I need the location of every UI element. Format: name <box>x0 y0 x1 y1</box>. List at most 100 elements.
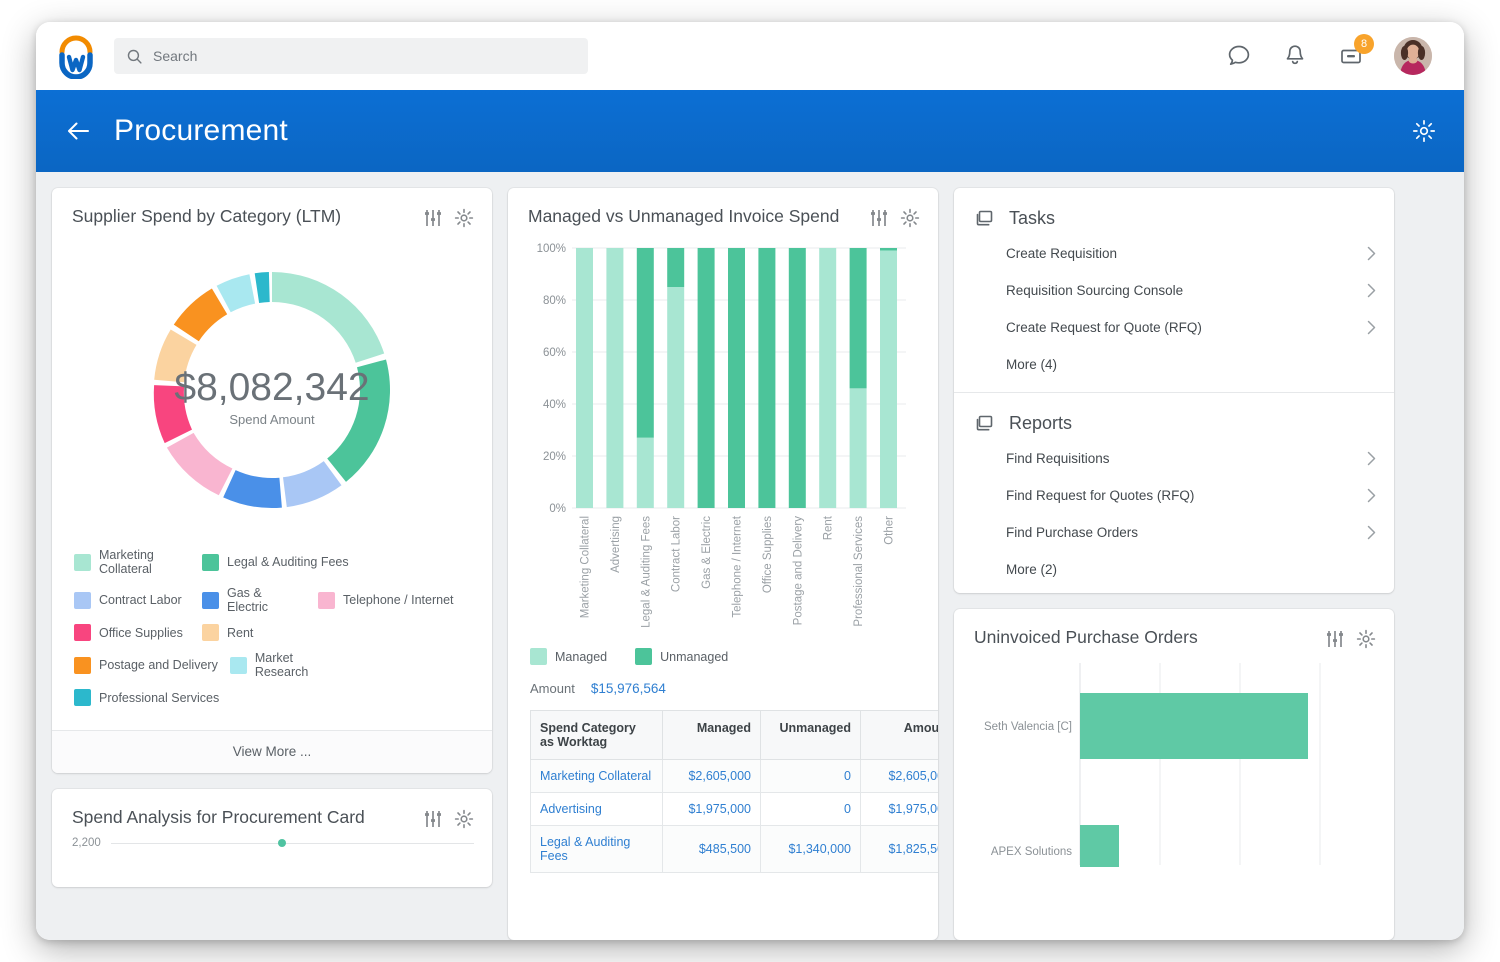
reports-more-button[interactable]: More (2) <box>954 551 1394 593</box>
legend-label: Postage and Delivery <box>99 658 218 672</box>
donut-seg-marketing-collateral[interactable] <box>272 272 384 363</box>
workday-logo[interactable] <box>54 33 98 79</box>
bar-segment-unmanaged[interactable] <box>698 248 715 508</box>
column-header-amount[interactable]: Amount <box>861 711 939 760</box>
gear-icon[interactable] <box>1412 119 1436 143</box>
legend-item[interactable]: Postage and Delivery <box>74 651 218 679</box>
tasks-more-button[interactable]: More (4) <box>954 346 1394 388</box>
bar-segment-unmanaged[interactable] <box>728 248 745 508</box>
legend-label: Rent <box>227 626 253 640</box>
svg-text:Professional Services: Professional Services <box>853 516 865 627</box>
search-input[interactable] <box>153 48 576 64</box>
chat-icon[interactable] <box>1226 43 1252 69</box>
cell-category[interactable]: Marketing Collateral <box>531 760 663 793</box>
legend-item[interactable]: Marketing Collateral <box>74 548 190 576</box>
card-title: Uninvoiced Purchase Orders <box>974 627 1198 648</box>
gear-icon[interactable] <box>900 208 920 228</box>
bar-segment-unmanaged[interactable] <box>880 248 897 251</box>
avatar[interactable] <box>1394 37 1432 75</box>
bar-segment-unmanaged[interactable] <box>667 248 684 287</box>
bar-segment-managed[interactable] <box>850 388 867 508</box>
legend-item[interactable]: Gas & Electric <box>202 586 306 614</box>
legend-item[interactable]: Unmanaged <box>635 648 728 665</box>
legend-label: Office Supplies <box>99 626 183 640</box>
cell-managed[interactable]: $2,605,000 <box>663 760 761 793</box>
back-arrow-icon[interactable] <box>66 118 92 144</box>
bar-segment-unmanaged[interactable] <box>637 248 654 438</box>
report-item-find-requisitions[interactable]: Find Requisitions <box>954 440 1394 477</box>
task-item-create-request-for-quote[interactable]: Create Request for Quote (RFQ) <box>954 309 1394 346</box>
legend-item[interactable]: Office Supplies <box>74 624 190 641</box>
cell-unmanaged[interactable]: $1,340,000 <box>761 826 861 873</box>
bar-segment-managed[interactable] <box>819 248 836 508</box>
donut-seg-contract-labor[interactable] <box>283 461 342 507</box>
cell-amount[interactable]: $1,975,000 <box>861 793 939 826</box>
card-supplier-spend: Supplier Spend by Category (LTM) <box>52 188 492 773</box>
inbox-icon[interactable]: 8 <box>1338 43 1364 69</box>
sliders-icon[interactable] <box>1325 629 1345 649</box>
data-point-marker[interactable] <box>278 839 286 847</box>
sliders-icon[interactable] <box>423 809 443 829</box>
donut-seg-telephone-internet[interactable] <box>167 433 233 495</box>
task-label: Requisition Sourcing Console <box>1006 283 1183 298</box>
legend-item[interactable]: Professional Services <box>74 689 219 706</box>
tasks-title: Tasks <box>1009 208 1055 229</box>
search-box[interactable] <box>114 38 588 74</box>
report-item-find-purchase-orders[interactable]: Find Purchase Orders <box>954 514 1394 551</box>
sliders-icon[interactable] <box>869 208 889 228</box>
column-header-managed[interactable]: Managed <box>663 711 761 760</box>
gear-icon[interactable] <box>454 809 474 829</box>
legend-item[interactable]: Rent <box>202 624 306 641</box>
column-header-category[interactable]: Spend Category as Worktag <box>531 711 663 760</box>
cell-managed[interactable]: $485,500 <box>663 826 761 873</box>
donut-seg-postage-delivery[interactable] <box>174 289 227 342</box>
gear-icon[interactable] <box>454 208 474 228</box>
svg-text:Contract Labor: Contract Labor <box>671 516 683 592</box>
task-item-create-requisition[interactable]: Create Requisition <box>954 235 1394 272</box>
legend-item[interactable]: Managed <box>530 648 607 665</box>
cell-unmanaged[interactable]: 0 <box>761 760 861 793</box>
bar-segment-unmanaged[interactable] <box>758 248 775 508</box>
donut-seg-gas-electric[interactable] <box>223 470 282 508</box>
bar-segment-unmanaged[interactable] <box>850 248 867 388</box>
legend-item[interactable]: Telephone / Internet <box>318 586 454 614</box>
svg-text:Other: Other <box>884 516 896 545</box>
cell-category[interactable]: Advertising <box>531 793 663 826</box>
bars <box>576 248 897 508</box>
legend-label: Telephone / Internet <box>343 593 454 607</box>
amount-value[interactable]: $15,976,564 <box>591 681 666 696</box>
donut-seg-professional-services[interactable] <box>255 272 270 303</box>
reports-title: Reports <box>1009 413 1072 434</box>
bar-seth-valencia[interactable] <box>1080 693 1308 759</box>
svg-text:80%: 80% <box>543 295 566 307</box>
view-more-button[interactable]: View More ... <box>52 730 492 773</box>
horizontal-bar-chart: Seth Valencia [C] APEX Solutions <box>954 653 1394 867</box>
svg-text:Rent: Rent <box>823 515 835 540</box>
spend-table-wrap: Spend Category as Worktag Managed Unmana… <box>508 706 938 873</box>
bar-apex-solutions[interactable] <box>1080 825 1119 867</box>
legend-label: Marketing Collateral <box>99 548 190 576</box>
task-item-requisition-sourcing-console[interactable]: Requisition Sourcing Console <box>954 272 1394 309</box>
bar-segment-managed[interactable] <box>880 251 897 508</box>
bar-segment-unmanaged[interactable] <box>789 248 806 508</box>
report-item-find-request-for-quotes[interactable]: Find Request for Quotes (RFQ) <box>954 477 1394 514</box>
cell-unmanaged[interactable]: 0 <box>761 793 861 826</box>
bar-segment-managed[interactable] <box>637 438 654 508</box>
card-title: Managed vs Unmanaged Invoice Spend <box>528 206 839 227</box>
bar-segment-managed[interactable] <box>576 248 593 508</box>
notifications-bell-icon[interactable] <box>1282 43 1308 69</box>
cell-amount[interactable]: $2,605,000 <box>861 760 939 793</box>
cell-amount[interactable]: $1,825,500 <box>861 826 939 873</box>
donut-legend: Marketing Collateral Legal & Auditing Fe… <box>52 542 492 730</box>
bar-segment-managed[interactable] <box>667 287 684 508</box>
gear-icon[interactable] <box>1356 629 1376 649</box>
bar-segment-managed[interactable] <box>606 248 623 508</box>
cell-category[interactable]: Legal & Auditing Fees <box>531 826 663 873</box>
amount-summary: Amount $15,976,564 <box>508 667 938 706</box>
column-header-unmanaged[interactable]: Unmanaged <box>761 711 861 760</box>
sliders-icon[interactable] <box>423 208 443 228</box>
cell-managed[interactable]: $1,975,000 <box>663 793 761 826</box>
legend-item[interactable]: Contract Labor <box>74 586 190 614</box>
legend-item[interactable]: Market Research <box>230 651 346 679</box>
legend-item[interactable]: Legal & Auditing Fees <box>202 548 349 576</box>
